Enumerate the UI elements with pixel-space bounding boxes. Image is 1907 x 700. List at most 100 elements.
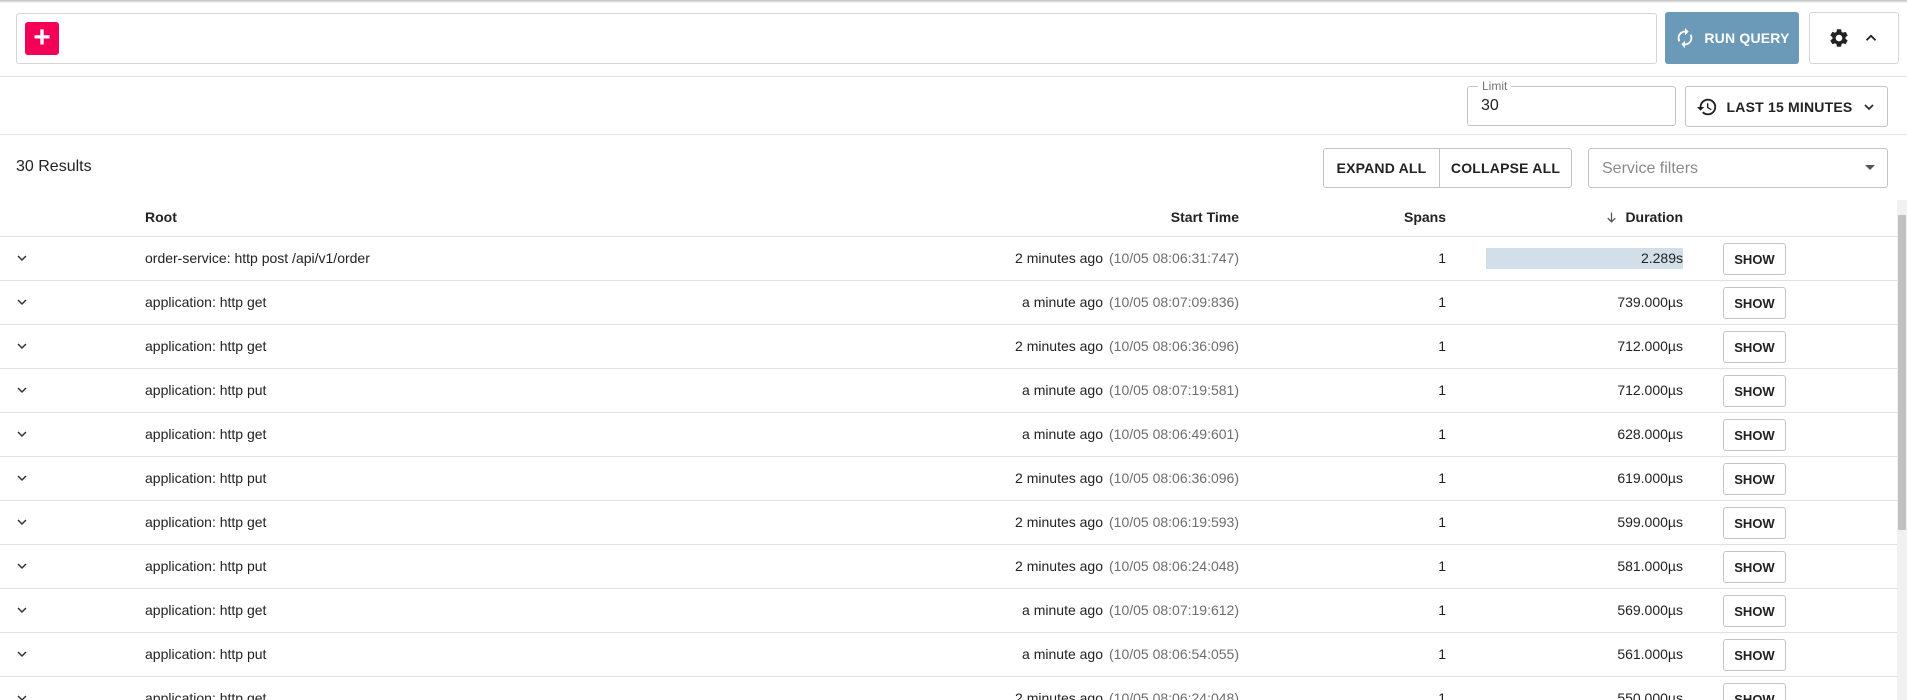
query-input[interactable]	[16, 13, 1657, 64]
duration-cell: 628.000µs	[1486, 424, 1683, 445]
run-query-label: RUN QUERY	[1704, 30, 1790, 46]
time-range-button[interactable]: LAST 15 MINUTES	[1685, 86, 1888, 127]
limit-value[interactable]: 30	[1481, 97, 1499, 115]
table-row[interactable]: application: http get 2 minutes ago (10/05…	[0, 677, 1897, 700]
table-row[interactable]: application: http get 2 minutes ago (10/05…	[0, 501, 1897, 545]
header-start-time[interactable]: Start Time	[1171, 209, 1239, 225]
filters-row: Limit 30 LAST 15 MINUTES	[0, 77, 1907, 135]
chevron-down-icon[interactable]	[14, 382, 30, 398]
start-time-absolute: (10/05 08:06:24:048)	[1109, 690, 1239, 700]
table-row[interactable]: application: http put a minute ago (10/05 …	[0, 633, 1897, 677]
chevron-down-icon[interactable]	[14, 426, 30, 442]
scrollbar-thumb[interactable]	[1898, 215, 1906, 530]
start-time: 2 minutes ago (10/05 08:06:24:048)	[1015, 690, 1239, 700]
start-time-absolute: (10/05 08:07:09:836)	[1109, 294, 1239, 310]
header-duration[interactable]: Duration	[1604, 209, 1683, 225]
chevron-down-icon[interactable]	[14, 690, 30, 700]
show-button[interactable]: SHOW	[1723, 331, 1786, 363]
duration-value: 739.000µs	[1617, 294, 1683, 310]
table-row[interactable]: application: http get 2 minutes ago (10/05…	[0, 325, 1897, 369]
service-filters-placeholder: Service filters	[1602, 160, 1699, 177]
collapse-all-button[interactable]: COLLAPSE ALL	[1440, 149, 1571, 187]
root-span-name: application: http get	[145, 338, 267, 354]
show-button[interactable]: SHOW	[1723, 375, 1786, 407]
duration-value: 628.000µs	[1617, 426, 1683, 442]
limit-label: Limit	[1478, 79, 1512, 93]
start-time: 2 minutes ago (10/05 08:06:19:593)	[1015, 514, 1239, 530]
spans-count: 1	[1438, 470, 1446, 486]
chevron-down-icon[interactable]	[14, 250, 30, 266]
show-button[interactable]: SHOW	[1723, 243, 1786, 275]
duration-cell: 599.000µs	[1486, 512, 1683, 533]
start-time-relative: 2 minutes ago	[1015, 250, 1103, 266]
arrow-down-icon	[1607, 212, 1617, 223]
show-button[interactable]: SHOW	[1723, 463, 1786, 495]
start-time: a minute ago (10/05 08:06:54:055)	[1022, 646, 1239, 662]
run-query-button[interactable]: RUN QUERY	[1665, 12, 1799, 64]
duration-value: 712.000µs	[1617, 338, 1683, 354]
show-button[interactable]: SHOW	[1723, 639, 1786, 671]
start-time-relative: 2 minutes ago	[1015, 470, 1103, 486]
table-row[interactable]: application: http get a minute ago (10/05 …	[0, 589, 1897, 633]
dropdown-arrow-icon	[1865, 165, 1875, 170]
plus-icon: +	[33, 21, 51, 54]
show-button[interactable]: SHOW	[1723, 419, 1786, 451]
expand-all-button[interactable]: EXPAND ALL	[1324, 149, 1440, 187]
root-span-name: application: http get	[145, 294, 267, 310]
duration-value: 712.000µs	[1617, 382, 1683, 398]
chevron-down-icon[interactable]	[14, 602, 30, 618]
duration-value: 619.000µs	[1617, 470, 1683, 486]
settings-button[interactable]	[1809, 12, 1899, 64]
spans-count: 1	[1438, 294, 1446, 310]
header-root[interactable]: Root	[145, 209, 177, 225]
duration-value: 2.289s	[1640, 250, 1683, 266]
root-span-name: order-service: http post /api/v1/order	[145, 250, 370, 266]
chevron-down-icon[interactable]	[14, 294, 30, 310]
duration-value: 569.000µs	[1617, 602, 1683, 618]
chevron-down-icon	[1864, 103, 1875, 110]
spans-count: 1	[1438, 338, 1446, 354]
duration-value: 561.000µs	[1617, 646, 1683, 662]
table-header: Root Start Time Spans Duration	[0, 200, 1897, 237]
duration-cell: 712.000µs	[1486, 336, 1683, 357]
start-time: a minute ago (10/05 08:07:19:581)	[1022, 382, 1239, 398]
show-button[interactable]: SHOW	[1723, 287, 1786, 319]
show-button[interactable]: SHOW	[1723, 595, 1786, 627]
start-time-relative: a minute ago	[1022, 602, 1103, 618]
add-query-button[interactable]: +	[25, 22, 59, 55]
query-bar: + RUN QUERY	[0, 0, 1907, 77]
duration-cell: 561.000µs	[1486, 644, 1683, 665]
show-button[interactable]: SHOW	[1723, 551, 1786, 583]
chevron-down-icon[interactable]	[14, 470, 30, 486]
refresh-icon	[1678, 27, 1693, 49]
start-time-relative: 2 minutes ago	[1015, 558, 1103, 574]
start-time-absolute: (10/05 08:06:31:747)	[1109, 250, 1239, 266]
table-row[interactable]: application: http get a minute ago (10/05 …	[0, 413, 1897, 457]
show-button[interactable]: SHOW	[1723, 507, 1786, 539]
spans-count: 1	[1438, 690, 1446, 700]
duration-cell: 712.000µs	[1486, 380, 1683, 401]
chevron-down-icon[interactable]	[14, 514, 30, 530]
table-row[interactable]: application: http put 2 minutes ago (10/05…	[0, 545, 1897, 589]
table-row[interactable]: application: http put a minute ago (10/05 …	[0, 369, 1897, 413]
show-button[interactable]: SHOW	[1723, 683, 1786, 700]
spans-count: 1	[1438, 558, 1446, 574]
service-filters-select[interactable]: Service filters	[1588, 148, 1888, 188]
header-spans[interactable]: Spans	[1404, 209, 1446, 225]
table-row[interactable]: application: http put 2 minutes ago (10/05…	[0, 457, 1897, 501]
table-row[interactable]: application: http get a minute ago (10/05 …	[0, 281, 1897, 325]
root-span-name: application: http put	[145, 470, 267, 486]
table-body: order-service: http post /api/v1/order 2 …	[0, 237, 1897, 700]
duration-value: 550.000µs	[1617, 690, 1683, 700]
limit-field[interactable]: Limit 30	[1467, 79, 1676, 126]
gear-icon	[1830, 29, 1848, 47]
start-time-absolute: (10/05 08:06:24:048)	[1109, 558, 1239, 574]
chevron-down-icon[interactable]	[14, 338, 30, 354]
chevron-down-icon[interactable]	[14, 558, 30, 574]
table-row[interactable]: order-service: http post /api/v1/order 2 …	[0, 237, 1897, 281]
start-time-relative: a minute ago	[1022, 646, 1103, 662]
start-time-absolute: (10/05 08:06:49:601)	[1109, 426, 1239, 442]
duration-cell: 619.000µs	[1486, 468, 1683, 489]
start-time-absolute: (10/05 08:06:36:096)	[1109, 470, 1239, 486]
chevron-down-icon[interactable]	[14, 646, 30, 662]
